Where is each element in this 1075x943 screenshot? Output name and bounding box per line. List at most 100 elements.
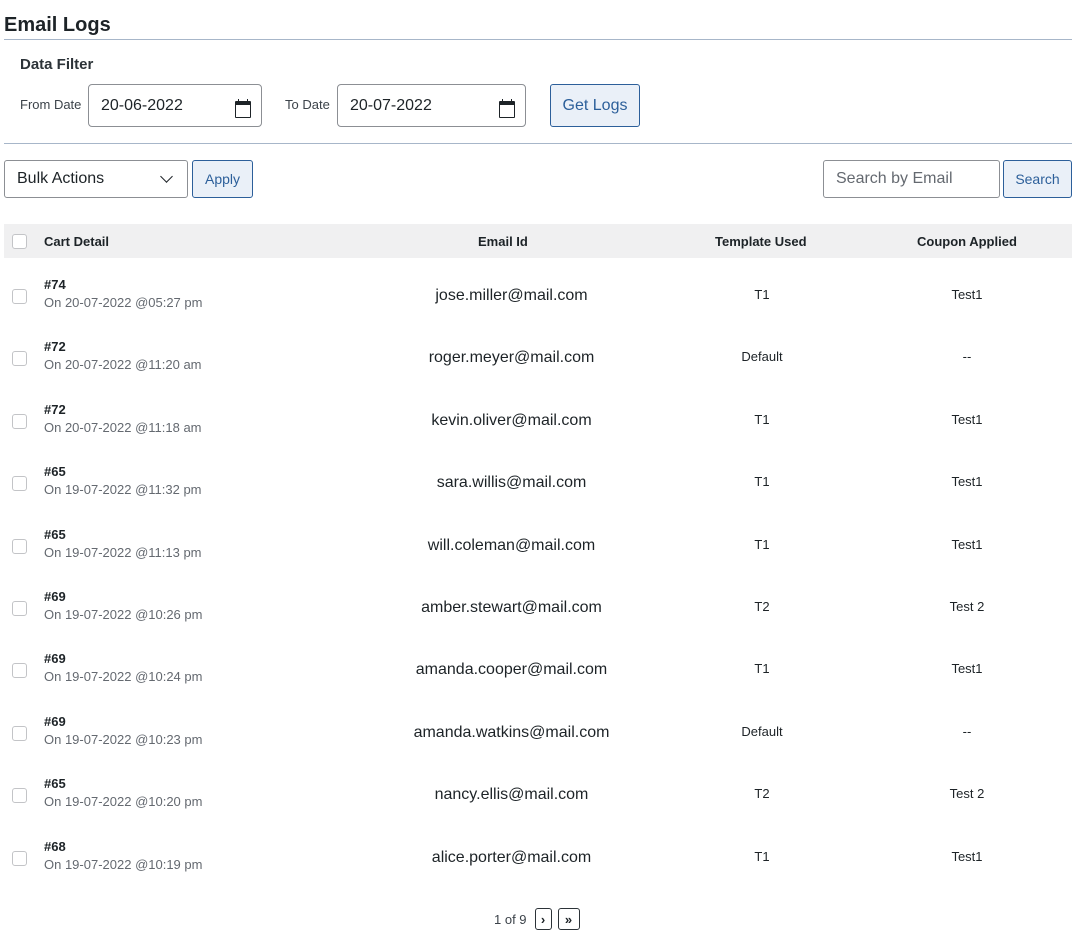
chevron-down-icon [160,170,173,183]
filter-title: Data Filter [20,56,94,73]
to-date-value: 20-07-2022 [350,96,432,114]
email-id: jose.miller@mail.com [435,287,588,304]
cart-id[interactable]: #69 [44,714,66,729]
template-used: T1 [754,661,770,677]
coupon-applied: Test1 [951,287,983,302]
table-row: #74 On 20-07-2022 @05:27 pm jose.miller@ma… [4,258,1072,320]
template-used: T2 [754,786,770,802]
to-date-input[interactable]: 20-07-2022 [337,84,526,127]
cart-date: On 19-07-2022 @11:13 pm [44,544,202,560]
header-coupon-applied[interactable]: Coupon Applied [917,234,1017,249]
calendar-icon[interactable] [235,98,251,118]
row-checkbox[interactable] [12,538,27,554]
email-logs-table: Cart Detail Email Id Template Used Coupo… [4,224,1072,882]
cart-id[interactable]: #65 [44,776,66,791]
to-date-label: To Date [285,97,330,112]
last-page-button[interactable]: » [557,908,580,930]
table-row: #72 On 20-07-2022 @11:18 am kevin.oliver@m… [4,383,1072,445]
coupon-applied: Test1 [951,411,983,427]
cart-id[interactable]: #68 [44,839,66,854]
table-row: #69 On 19-07-2022 @10:23 pm amanda.watkins… [4,695,1072,757]
title-divider [4,39,1072,40]
coupon-applied: -- [962,723,972,739]
coupon-applied: Test1 [951,661,983,677]
template-used: T1 [754,411,770,427]
table-body: #74 On 20-07-2022 @05:27 pm jose.miller@ma… [4,258,1072,882]
from-date-input[interactable]: 20-06-2022 [88,84,262,127]
table-row: #65 On 19-07-2022 @11:13 pm will.coleman@m… [4,508,1072,570]
cart-id[interactable]: #72 [44,339,66,354]
from-date-value: 20-06-2022 [101,96,183,114]
get-logs-button[interactable]: Get Logs [550,84,640,127]
table-row: #69 On 19-07-2022 @10:24 pm amanda.cooper@… [4,632,1072,694]
email-id: amber.stewart@mail.com [421,598,602,616]
cart-date: On 20-07-2022 @05:27 pm [44,295,203,310]
apply-button[interactable]: Apply [192,160,253,198]
row-checkbox[interactable] [12,600,27,616]
row-checkbox[interactable] [12,850,27,866]
search-email-input[interactable] [823,160,1000,198]
cart-id[interactable]: #74 [44,277,66,292]
cart-date: On 19-07-2022 @10:20 pm [44,794,203,810]
row-checkbox[interactable] [12,725,27,741]
table-row: #65 On 19-07-2022 @10:20 pm nancy.ellis@ma… [4,757,1072,819]
template-used: Default [741,723,783,739]
page-title: Email Logs [4,14,111,36]
cart-id[interactable]: #65 [44,527,66,542]
cart-id[interactable]: #65 [44,464,66,479]
template-used: T1 [754,536,770,552]
double-chevron-right-icon: » [564,911,573,927]
row-checkbox[interactable] [12,351,27,367]
coupon-applied: Test1 [951,536,983,552]
template-used: T2 [754,598,770,614]
row-checkbox[interactable] [12,788,27,804]
email-id: amanda.watkins@mail.com [413,723,610,741]
header-cart-detail[interactable]: Cart Detail [44,234,109,249]
cart-date: On 20-07-2022 @11:20 am [44,357,202,373]
row-checkbox[interactable] [12,413,27,429]
coupon-applied: Test 2 [949,786,985,802]
email-id: nancy.ellis@mail.com [434,786,589,804]
row-checkbox[interactable] [12,663,27,679]
table-row: #69 On 19-07-2022 @10:26 pm amber.stewart@… [4,570,1072,632]
table-row: #65 On 19-07-2022 @11:32 pm sara.willis@ma… [4,445,1072,507]
email-id: amanda.cooper@mail.com [415,661,608,679]
from-date-label: From Date [20,97,82,112]
calendar-icon[interactable] [499,98,515,118]
cart-date: On 19-07-2022 @10:19 pm [44,856,203,872]
coupon-applied: -- [962,349,972,365]
cart-date: On 19-07-2022 @10:23 pm [44,731,203,747]
row-checkbox[interactable] [12,289,27,304]
coupon-applied: Test1 [951,848,983,864]
cart-id[interactable]: #72 [44,402,66,417]
cart-date: On 19-07-2022 @10:24 pm [44,669,203,685]
template-used: T1 [754,287,770,302]
header-email-id[interactable]: Email Id [478,234,528,249]
table-header: Cart Detail Email Id Template Used Coupo… [4,224,1072,258]
next-page-button[interactable]: › [534,908,552,930]
cart-id[interactable]: #69 [44,651,66,666]
coupon-applied: Test 2 [949,598,985,614]
email-id: kevin.oliver@mail.com [431,411,592,429]
bulk-actions-value: Bulk Actions [17,170,105,187]
template-used: Default [741,349,783,365]
email-id: sara.willis@mail.com [436,474,587,492]
row-checkbox[interactable] [12,476,27,492]
cart-id[interactable]: #69 [44,589,66,604]
table-row: #68 On 19-07-2022 @10:19 pm alice.porter@m… [4,820,1072,882]
cart-date: On 19-07-2022 @10:26 pm [44,606,203,622]
pagination: 1 of 9 › » [494,908,580,930]
chevron-right-icon: › [540,911,546,927]
email-id: alice.porter@mail.com [431,848,592,866]
cart-date: On 20-07-2022 @11:18 am [44,419,202,435]
select-all-checkbox[interactable] [12,233,27,249]
cart-date: On 19-07-2022 @11:32 pm [44,482,202,498]
page-indicator: 1 of 9 [494,911,527,927]
template-used: T1 [754,848,770,864]
bulk-actions-select[interactable]: Bulk Actions [4,160,188,198]
header-template-used[interactable]: Template Used [715,234,807,249]
search-button[interactable]: Search [1003,160,1072,198]
template-used: T1 [754,474,770,490]
email-id: will.coleman@mail.com [427,536,596,554]
table-row: #72 On 20-07-2022 @11:20 am roger.meyer@ma… [4,320,1072,382]
